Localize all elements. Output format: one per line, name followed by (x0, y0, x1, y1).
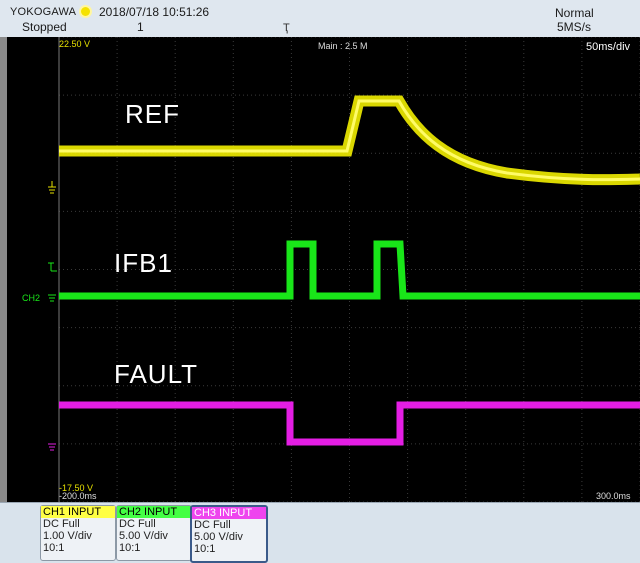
ch3-info-box[interactable]: CH3 INPUT DC Full 5.00 V/div 10:1 (190, 505, 268, 563)
ch3-header: CH3 INPUT (192, 507, 266, 519)
ch2-header: CH2 INPUT (117, 506, 191, 518)
left-strip (0, 37, 7, 502)
run-indicator-icon (81, 7, 90, 16)
ch2-probe: 10:1 (119, 542, 141, 554)
acq-status: Stopped (22, 20, 67, 34)
ch3-probe: 10:1 (194, 543, 216, 555)
ch1-coupling: DC Full (43, 518, 80, 530)
ch2-ground-marker (48, 294, 56, 302)
trigger-edge-icon: Ҭ (283, 22, 290, 34)
ch3-trace (59, 401, 640, 446)
ch1-probe: 10:1 (43, 542, 65, 554)
main-memory: Main : 2.5 M (318, 41, 368, 51)
time-end: 300.0ms (596, 491, 631, 501)
waveform-screen: 22.50 V Main : 2.5 M 50ms/div CH2 -17.50… (7, 37, 640, 502)
trigger-level-icon (48, 262, 57, 272)
ch3-ground-marker (48, 443, 56, 451)
sample-rate: 5MS/s (557, 20, 592, 34)
time-start: -200.0ms (59, 491, 97, 501)
ifb1-label: IFB1 (114, 248, 173, 278)
status-bar: YOKOGAWA 2018/07/18 10:51:26 Stopped 1 Ҭ… (0, 0, 640, 38)
ch1-info-box[interactable]: CH1 INPUT DC Full 1.00 V/div 10:1 (40, 505, 116, 561)
ref-label: REF (125, 99, 180, 129)
ch2-coupling: DC Full (119, 518, 156, 530)
trigger-mode: Normal (555, 6, 594, 20)
top-voltage: 22.50 V (59, 39, 91, 49)
acq-count: 1 (137, 20, 144, 34)
ch3-scale: 5.00 V/div (194, 531, 243, 543)
channel-panel: CH1 INPUT DC Full 1.00 V/div 10:1 CH2 IN… (0, 502, 640, 563)
ch3-coupling: DC Full (194, 519, 231, 531)
waveform-plot (48, 37, 640, 502)
brand-logo: YOKOGAWA (10, 6, 77, 18)
ch2-position-label: CH2 (22, 293, 41, 303)
ch1-scale: 1.00 V/div (43, 530, 92, 542)
ch2-scale: 5.00 V/div (119, 530, 168, 542)
ch1-ground-marker (48, 181, 56, 194)
ch1-header: CH1 INPUT (41, 506, 115, 518)
datetime: 2018/07/18 10:51:26 (99, 5, 210, 19)
time-per-div: 50ms/div (586, 41, 631, 53)
fault-label: FAULT (114, 359, 198, 389)
ch2-info-box[interactable]: CH2 INPUT DC Full 5.00 V/div 10:1 (116, 505, 192, 561)
